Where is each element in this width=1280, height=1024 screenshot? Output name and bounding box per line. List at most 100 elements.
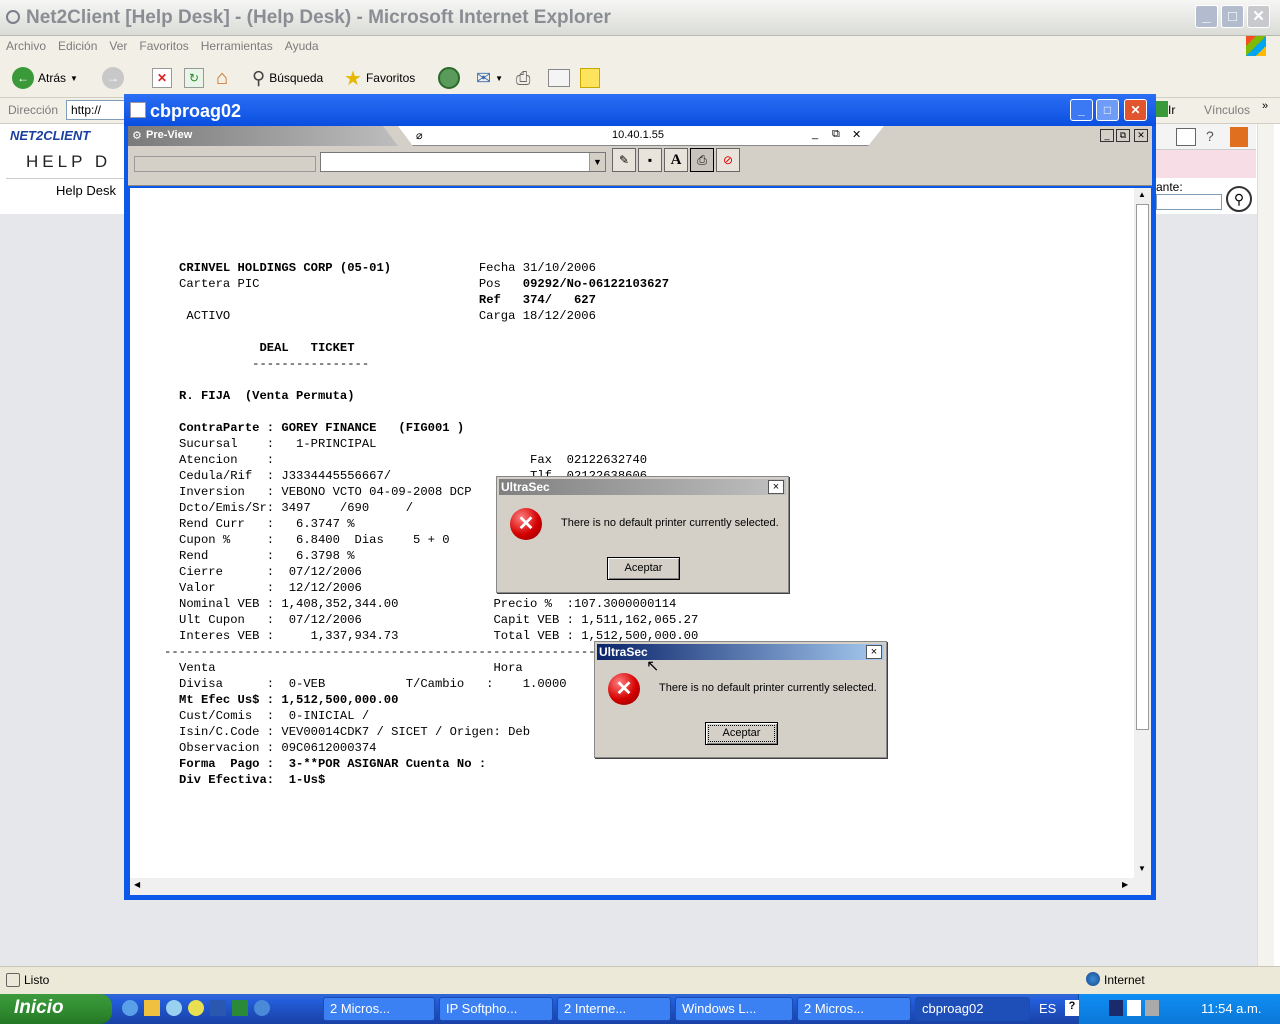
scroll-left-icon[interactable]: ◀ [134, 880, 140, 889]
go-button[interactable]: Ir [1168, 103, 1175, 117]
accept-button[interactable]: Aceptar [705, 722, 778, 745]
refresh-button[interactable]: ↻ [184, 66, 204, 90]
pv-restore-button[interactable]: ⧉ [1116, 129, 1130, 142]
ie-icon [6, 10, 20, 24]
pin-icon[interactable]: ⌀ [416, 129, 423, 142]
print-button[interactable]: ⎙ [516, 66, 530, 90]
page-select[interactable]: ▼ [320, 152, 606, 172]
task-outlook[interactable]: 2 Micros... [323, 997, 435, 1021]
tray-check-icon[interactable] [1127, 1000, 1141, 1016]
task-cbproag02[interactable]: cbproag02 [915, 997, 1030, 1021]
messenger-button[interactable] [580, 66, 600, 90]
maximize-button[interactable]: □ [1221, 5, 1244, 28]
dialog-message: There is no default printer currently se… [659, 682, 877, 694]
menu-archivo[interactable]: Archivo [0, 36, 52, 56]
dialog-title-bar: UltraSec [597, 644, 884, 660]
close-button[interactable]: ✕ [1247, 5, 1270, 28]
info-launch-icon[interactable] [254, 1000, 270, 1016]
tools-button[interactable]: ✎ [612, 148, 636, 172]
home-icon: ⌂ [216, 66, 229, 89]
outlook-launch-icon[interactable] [144, 1000, 160, 1016]
gear-icon: ⚙ [132, 130, 142, 142]
dropdown-arrow-icon[interactable]: ▼ [589, 153, 605, 171]
search-go-icon[interactable]: ⚲ [1226, 186, 1252, 212]
word-launch-icon[interactable] [210, 1000, 226, 1016]
app-icon [130, 102, 146, 118]
cb-close-button[interactable]: ✕ [1124, 99, 1147, 121]
scroll-thumb[interactable] [1136, 204, 1149, 730]
report-line: ACTIVO Carga 18/12/2006 [179, 309, 596, 323]
error-icon: ✕ [510, 508, 542, 540]
mail-button[interactable]: ✉ ▼ [476, 66, 503, 90]
back-arrow-icon: ← [12, 67, 34, 89]
report-line: CRINVEL HOLDINGS CORP (05-01) Fecha 31/1… [179, 261, 596, 275]
exit-preview-button[interactable]: ⊘ [716, 148, 740, 172]
minimize-button[interactable]: _ [1195, 5, 1218, 28]
edit-icon [548, 69, 570, 87]
report-line: Nominal VEB : 1,408,352,344.00 Precio % … [179, 597, 677, 611]
conn-close-icon[interactable]: ✕ [852, 128, 861, 141]
browser-launch-icon[interactable] [166, 1000, 182, 1016]
media-launch-icon[interactable] [188, 1000, 204, 1016]
doc-horizontal-scrollbar[interactable]: ◀ ▶ [130, 878, 1151, 895]
pv-close-button[interactable]: ✕ [1134, 129, 1148, 142]
pv-minimize-button[interactable]: _ [1100, 129, 1114, 142]
stop-button[interactable]: ✕ [152, 66, 172, 90]
search-button[interactable]: ⚲ Búsqueda [252, 66, 323, 90]
report-line: Observacion : 09C0612000374 [179, 741, 377, 755]
menu-ayuda[interactable]: Ayuda [279, 36, 325, 56]
tray-network-icon[interactable] [1145, 1000, 1159, 1016]
excel-launch-icon[interactable] [232, 1000, 248, 1016]
chevron-right-icon[interactable]: » [1262, 100, 1268, 112]
links-label[interactable]: Vínculos [1204, 103, 1250, 117]
report-line: Dcto/Emis/Sr: 3497 /690 / [179, 501, 414, 515]
print-preview-button[interactable]: ⎙ [690, 148, 714, 172]
report-line: Ref 374/ 627 [478, 293, 596, 307]
search-field[interactable] [1156, 194, 1222, 210]
page-scrollbar[interactable] [1257, 124, 1274, 966]
clock: 11:54 a.m. [1201, 1001, 1262, 1016]
conn-minimize-icon[interactable]: _ [812, 128, 818, 140]
task-internet-explorer[interactable]: 2 Interne... [557, 997, 671, 1021]
cb-minimize-button[interactable]: _ [1070, 99, 1093, 121]
menu-edicion[interactable]: Edición [52, 36, 103, 56]
font-button[interactable]: A [664, 148, 688, 172]
task-word[interactable]: 2 Micros... [797, 997, 911, 1021]
help-desk-tab[interactable]: Help Desk [6, 178, 126, 210]
exit-icon[interactable] [1230, 127, 1248, 147]
home-button[interactable]: ⌂ [216, 66, 228, 90]
report-line: Inversion : VEBONO VCTO 04-09-2008 DCP [179, 485, 472, 499]
doc-vertical-scrollbar[interactable]: ▲ ▼ [1134, 188, 1151, 878]
dialog-close-button[interactable]: × [866, 645, 882, 659]
language-indicator[interactable]: ES [1039, 1001, 1056, 1016]
start-button[interactable]: Inicio [0, 994, 112, 1024]
forward-button[interactable]: → [102, 66, 124, 90]
scroll-right-icon[interactable]: ▶ [1122, 880, 1128, 889]
task-windows-live[interactable]: Windows L... [675, 997, 793, 1021]
dialog-close-button[interactable]: × [768, 480, 784, 494]
conn-restore-icon[interactable]: ⧉ [832, 128, 840, 141]
help-icon[interactable]: ? [1206, 128, 1214, 144]
menu-herramientas[interactable]: Herramientas [195, 36, 279, 56]
ip-address: 10.40.1.55 [612, 129, 664, 141]
scroll-down-icon[interactable]: ▼ [1138, 864, 1146, 873]
search-label: Búsqueda [269, 71, 324, 85]
help-tray-icon[interactable]: ? [1065, 1000, 1079, 1016]
cb-maximize-button[interactable]: □ [1096, 99, 1119, 121]
report-line: DEAL TICKET [179, 341, 355, 355]
menu-ver[interactable]: Ver [103, 36, 133, 56]
ie-launch-icon[interactable] [122, 1000, 138, 1016]
scroll-up-icon[interactable]: ▲ [1138, 190, 1146, 199]
accept-button[interactable]: Aceptar [607, 557, 680, 580]
back-button[interactable]: ← Atrás ▼ [12, 66, 78, 90]
tray-app-icon[interactable] [1109, 1000, 1123, 1016]
refresh-icon: ↻ [184, 68, 204, 88]
task-ip-softphone[interactable]: IP Softpho... [439, 997, 553, 1021]
save-button[interactable]: ▪ [638, 148, 662, 172]
edit-button[interactable] [548, 66, 570, 90]
favorites-button[interactable]: ★ Favoritos [344, 66, 415, 90]
menu-favoritos[interactable]: Favoritos [133, 36, 194, 56]
history-button[interactable] [438, 66, 460, 90]
status-bar: Listo Internet [0, 966, 1280, 994]
notes-icon[interactable] [1176, 128, 1196, 146]
